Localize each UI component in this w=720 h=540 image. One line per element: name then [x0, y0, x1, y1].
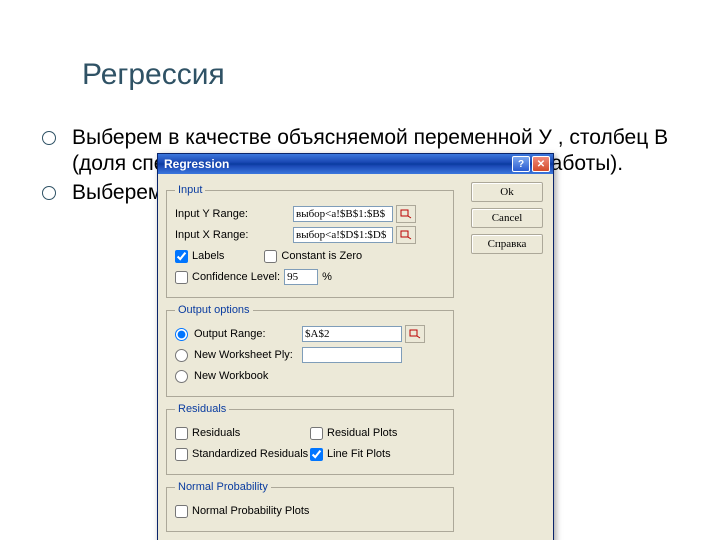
input-x-range[interactable]	[293, 227, 393, 243]
std-residuals-checkbox[interactable]	[175, 448, 188, 461]
residuals-legend: Residuals	[175, 403, 229, 415]
constant-zero-label: Constant is Zero	[281, 250, 362, 262]
normal-legend: Normal Probability	[175, 481, 271, 493]
labels-checkbox[interactable]	[175, 250, 188, 263]
labels-checkbox-label: Labels	[192, 250, 224, 262]
dialog-titlebar[interactable]: Regression ? ✕	[158, 154, 553, 174]
new-workbook-label: New Workbook	[194, 370, 268, 382]
output-range-radio[interactable]	[175, 328, 188, 341]
close-button[interactable]: ✕	[532, 156, 550, 172]
ok-button[interactable]: Ok	[471, 182, 543, 202]
refedit-icon[interactable]	[396, 205, 416, 223]
confidence-value[interactable]	[284, 269, 318, 285]
bullet-marker-icon	[42, 186, 56, 200]
confidence-label: Confidence Level:	[192, 271, 280, 283]
residual-plots-checkbox[interactable]	[310, 427, 323, 440]
input-legend: Input	[175, 184, 205, 196]
normal-prob-checkbox[interactable]	[175, 505, 188, 518]
cancel-button[interactable]: Cancel	[471, 208, 543, 228]
std-residuals-label: Standardized Residuals	[192, 448, 308, 460]
dialog-title: Regression	[164, 157, 229, 171]
bullet-marker-icon	[42, 131, 56, 145]
slide-title: Регрессия	[82, 58, 225, 92]
normal-prob-label: Normal Probability Plots	[192, 505, 309, 517]
refedit-icon[interactable]	[396, 226, 416, 244]
input-y-label: Input Y Range:	[175, 208, 293, 220]
refedit-icon[interactable]	[405, 325, 425, 343]
normal-fieldset: Normal Probability Normal Probability Pl…	[166, 481, 454, 532]
input-fieldset: Input Input Y Range: Input X Range: Labe…	[166, 184, 454, 298]
residual-plots-label: Residual Plots	[327, 427, 397, 439]
new-workbook-radio[interactable]	[175, 370, 188, 383]
output-range-input[interactable]	[302, 326, 402, 342]
new-worksheet-label: New Worksheet Ply:	[194, 349, 302, 361]
regression-dialog: Regression ? ✕ Ok Cancel Справка Input I…	[157, 153, 554, 540]
residuals-fieldset: Residuals Residuals Standardized Residua…	[166, 403, 454, 475]
output-range-label: Output Range:	[194, 328, 302, 340]
confidence-suffix: %	[322, 271, 332, 283]
residuals-checkbox[interactable]	[175, 427, 188, 440]
line-fit-plots-checkbox[interactable]	[310, 448, 323, 461]
input-y-range[interactable]	[293, 206, 393, 222]
output-legend: Output options	[175, 304, 253, 316]
help-sidebar-button[interactable]: Справка	[471, 234, 543, 254]
help-button[interactable]: ?	[512, 156, 530, 172]
line-fit-plots-label: Line Fit Plots	[327, 448, 391, 460]
output-fieldset: Output options Output Range: New Workshe…	[166, 304, 454, 397]
confidence-checkbox[interactable]	[175, 271, 188, 284]
constant-zero-checkbox[interactable]	[264, 250, 277, 263]
new-worksheet-input[interactable]	[302, 347, 402, 363]
input-x-label: Input X Range:	[175, 229, 293, 241]
new-worksheet-radio[interactable]	[175, 349, 188, 362]
residuals-label: Residuals	[192, 427, 240, 439]
